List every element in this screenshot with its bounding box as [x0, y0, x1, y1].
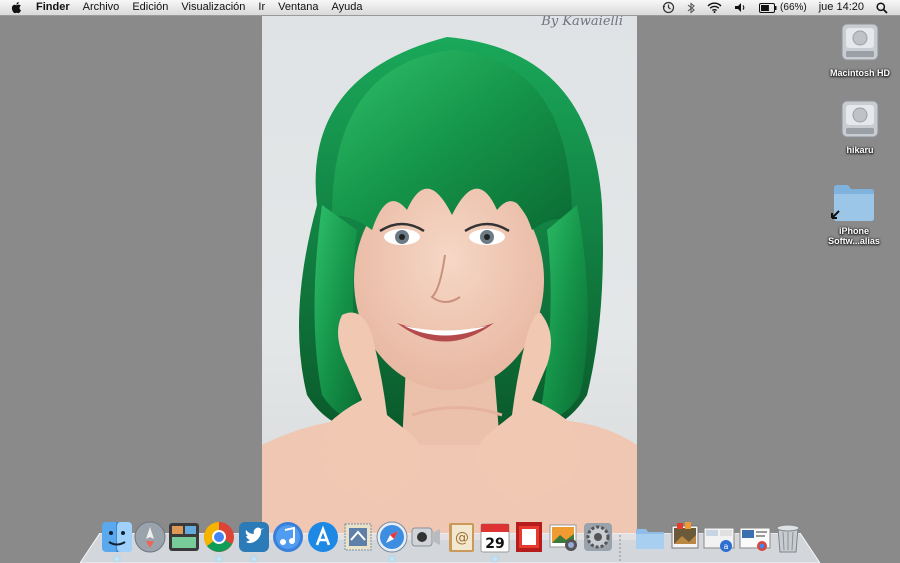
- desktop-icon-iphone-software-alias[interactable]: iPhone Softw...alias: [814, 180, 894, 246]
- clock[interactable]: jue 14:20: [819, 0, 864, 15]
- downloads-stack-icon[interactable]: a: [702, 520, 736, 554]
- finder-icon[interactable]: [100, 520, 134, 554]
- documents-stack-icon[interactable]: [738, 520, 772, 554]
- facetime-icon[interactable]: [409, 520, 443, 554]
- hard-drive-icon: [841, 100, 879, 138]
- applications-folder-icon[interactable]: [633, 520, 667, 554]
- running-indicator: [115, 557, 119, 561]
- folder-alias-icon: [831, 185, 874, 221]
- system-preferences-icon[interactable]: [581, 520, 615, 554]
- ical-icon[interactable]: 29: [478, 520, 512, 554]
- battery-percent: (66%): [780, 2, 807, 13]
- mission-control-icon[interactable]: [167, 520, 201, 554]
- time-machine-icon[interactable]: [662, 1, 675, 14]
- running-indicator: [217, 557, 221, 561]
- twitter-icon[interactable]: [237, 520, 271, 554]
- woman-green-wig-photo: [262, 37, 637, 540]
- menu-archivo[interactable]: Archivo: [83, 0, 120, 15]
- wallpaper-photo: By Kawaielli: [262, 15, 637, 540]
- launchpad-icon[interactable]: [133, 520, 167, 554]
- menu-finder[interactable]: Finder: [36, 0, 70, 15]
- volume-icon[interactable]: [734, 2, 747, 13]
- menu-bar: Finder Archivo Edición Visualización Ir …: [0, 0, 900, 16]
- bluetooth-icon[interactable]: [687, 1, 695, 14]
- spotlight-search-icon[interactable]: [876, 1, 888, 14]
- running-indicator: [493, 557, 497, 561]
- apple-logo-icon[interactable]: [10, 1, 22, 14]
- running-indicator: [252, 557, 256, 561]
- menu-ayuda[interactable]: Ayuda: [332, 0, 363, 15]
- menu-bar-status: (66%) jue 14:20: [650, 0, 888, 15]
- wifi-icon[interactable]: [707, 2, 722, 13]
- running-indicator: [390, 557, 394, 561]
- desktop-icon-label-line2: Softw...alias: [828, 236, 880, 246]
- desktop-icon-label: hikaru: [846, 145, 874, 155]
- svg-text:@: @: [455, 530, 469, 546]
- desktop-icon-macintosh-hd[interactable]: Macintosh HD: [820, 20, 900, 78]
- chrome-icon[interactable]: [202, 520, 236, 554]
- app-store-icon[interactable]: [306, 520, 340, 554]
- svg-text:a: a: [724, 542, 729, 551]
- trash-icon[interactable]: [771, 520, 805, 554]
- mail-stamp-icon[interactable]: [341, 520, 375, 554]
- desktop-icon-hikaru[interactable]: hikaru: [820, 97, 900, 155]
- menu-bar-left: Finder Archivo Edición Visualización Ir …: [10, 0, 376, 15]
- menu-edicion[interactable]: Edición: [132, 0, 168, 15]
- desktop-icon-label-line1: iPhone: [838, 226, 869, 236]
- battery-icon[interactable]: (66%): [759, 0, 807, 15]
- safari-icon[interactable]: [375, 520, 409, 554]
- menu-visualizacion[interactable]: Visualización: [181, 0, 245, 15]
- iphoto-icon[interactable]: [547, 520, 581, 554]
- photos-stack-icon[interactable]: [667, 520, 701, 554]
- desktop-icon-label: Macintosh HD: [829, 68, 890, 78]
- address-book-icon[interactable]: @: [444, 520, 478, 554]
- photo-booth-icon[interactable]: [512, 520, 546, 554]
- menu-ventana[interactable]: Ventana: [278, 0, 318, 15]
- wallpaper-signature: By Kawaielli: [541, 15, 623, 29]
- itunes-icon[interactable]: [271, 520, 305, 554]
- menu-ir[interactable]: Ir: [258, 0, 265, 15]
- hard-drive-icon: [841, 23, 879, 61]
- ical-day-label: 29: [485, 536, 504, 552]
